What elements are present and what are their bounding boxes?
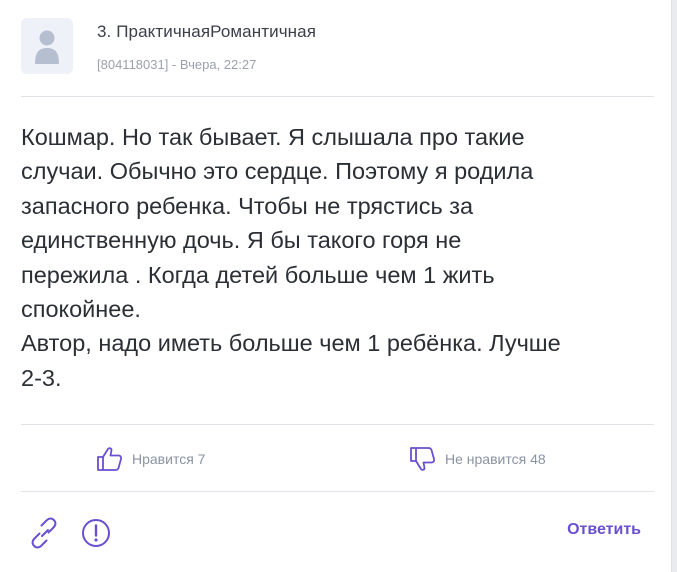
header-divider (21, 96, 654, 97)
reactions-bottom-divider (21, 491, 654, 492)
comment-meta: [804118031] - Вчера, 22:27 (97, 57, 257, 72)
exclamation-circle-icon (82, 519, 110, 547)
avatar[interactable] (21, 18, 73, 74)
reactions-top-divider (21, 424, 654, 425)
like-label: Нравится 7 (132, 451, 206, 467)
author-name[interactable]: 3. ПрактичнаяРомантичная (97, 22, 316, 42)
report-button[interactable] (79, 515, 113, 556)
comment-text: Кошмар. Но так бывает. Я слышала про так… (21, 124, 561, 391)
dislike-button[interactable]: Не нравится 48 (409, 446, 546, 472)
like-button[interactable]: Нравится 7 (96, 446, 205, 472)
dislike-label: Не нравится 48 (445, 451, 546, 467)
user-silhouette-icon (21, 18, 73, 74)
thumbs-up-icon (96, 446, 124, 472)
link-button[interactable] (25, 515, 63, 556)
comment-card: 3. ПрактичнаяРомантичная [804118031] - В… (0, 0, 672, 572)
link-icon (31, 517, 57, 549)
comment-header: 3. ПрактичнаяРомантичная [804118031] - В… (0, 0, 672, 96)
thumbs-down-icon (409, 446, 437, 472)
reply-button[interactable]: Ответить (567, 521, 641, 539)
